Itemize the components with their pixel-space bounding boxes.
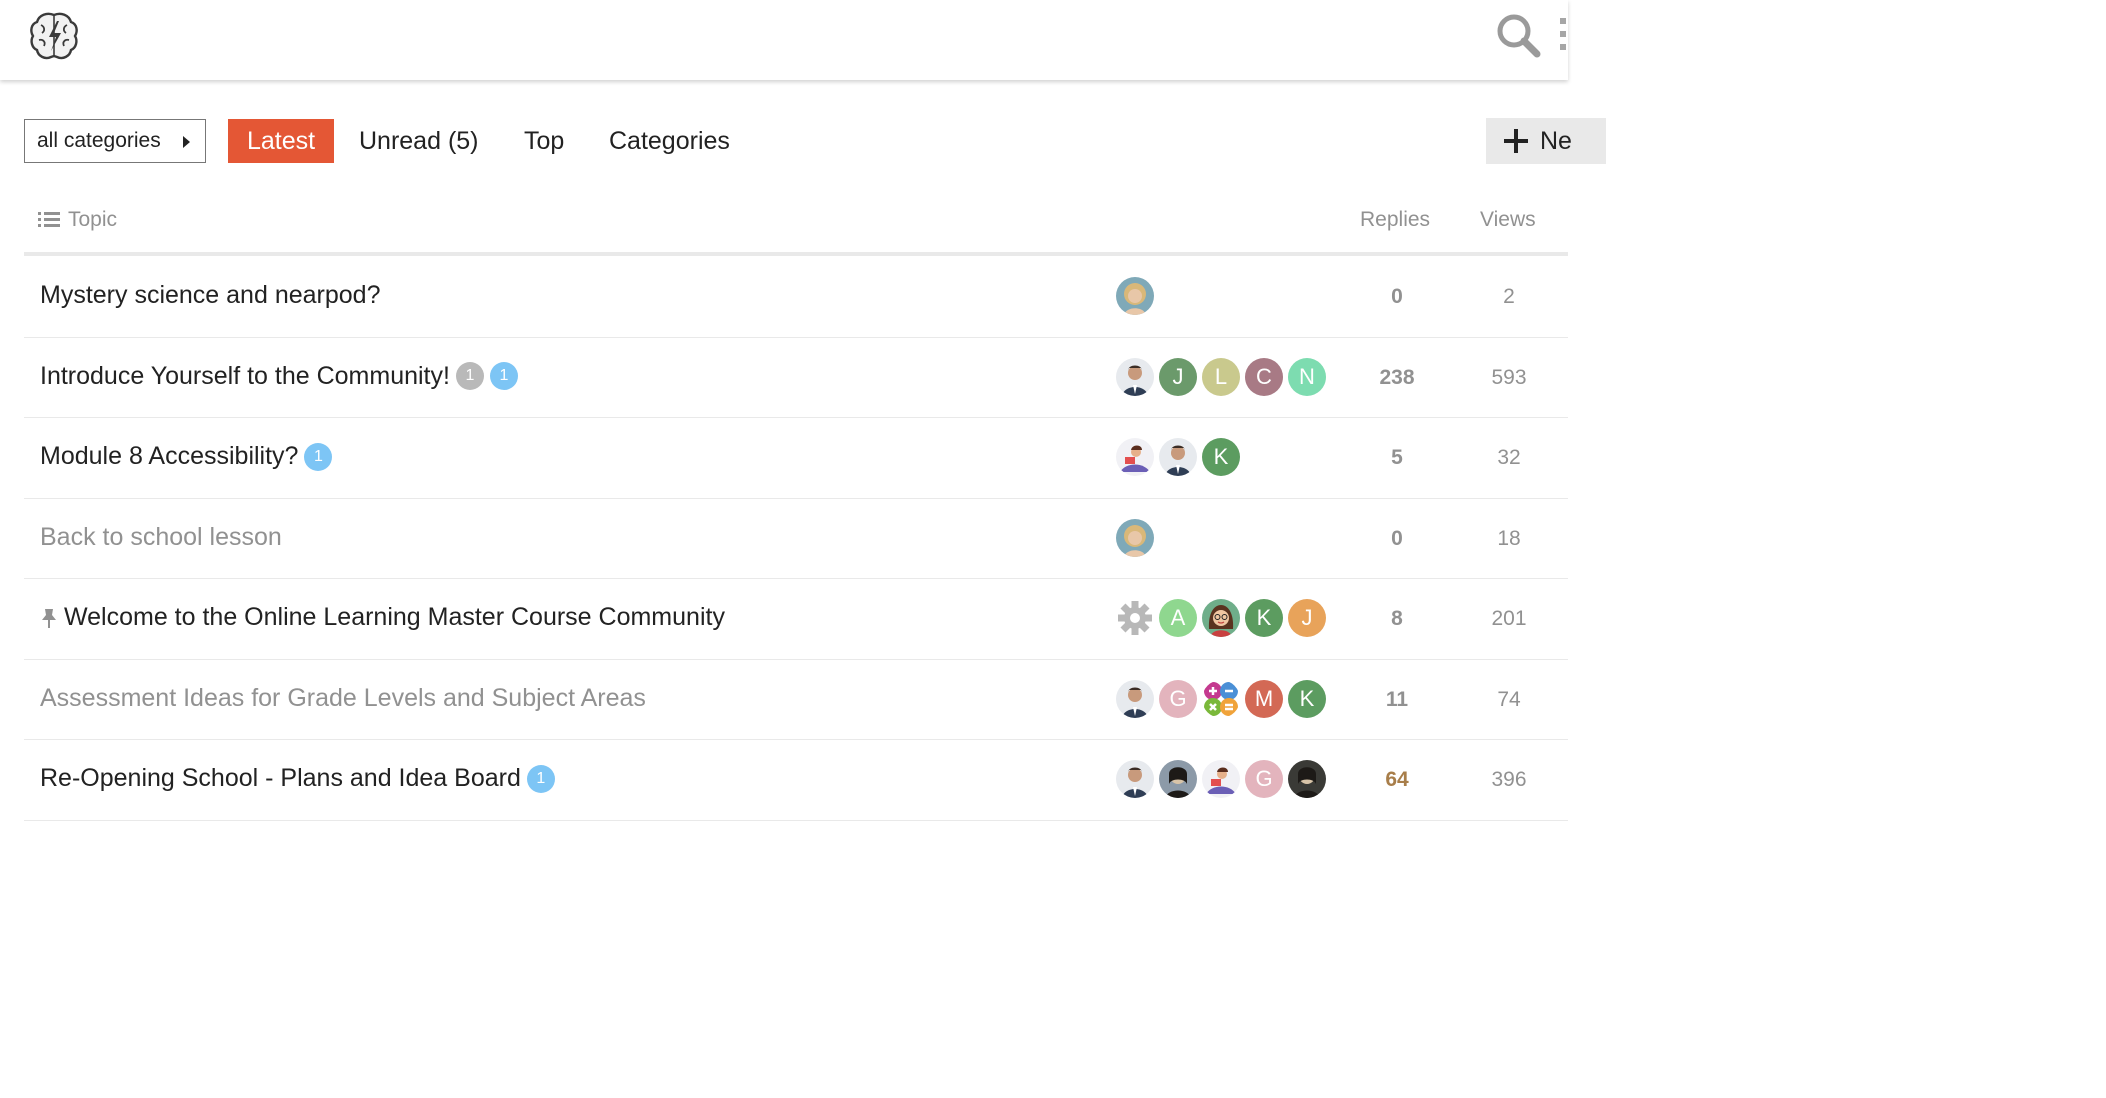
vertical-dots-menu-icon[interactable] bbox=[1560, 18, 1568, 54]
category-dropdown[interactable]: all categories bbox=[24, 119, 206, 163]
new-posts-badge[interactable]: 1 bbox=[489, 362, 518, 390]
topic-title-link[interactable]: Module 8 Accessibility? 1 bbox=[40, 442, 333, 471]
new-topic-button[interactable]: Ne bbox=[1486, 118, 1606, 164]
replies-count[interactable]: 5 bbox=[1367, 446, 1427, 470]
unread-posts-badge[interactable]: 1 bbox=[455, 362, 484, 390]
tab-categories[interactable]: Categories bbox=[609, 119, 730, 163]
topic-column-header[interactable]: Topic bbox=[38, 208, 117, 232]
views-count: 593 bbox=[1491, 365, 1527, 389]
search-icon[interactable] bbox=[1495, 12, 1541, 58]
topic-title-link[interactable]: Re-Opening School - Plans and Idea Board… bbox=[40, 764, 555, 793]
avatar[interactable] bbox=[1202, 599, 1240, 637]
topic-row[interactable]: Mystery science and nearpod? 0 2 bbox=[24, 257, 1568, 338]
views-column-header[interactable]: Views bbox=[1480, 208, 1536, 232]
topic-title-link[interactable]: Mystery science and nearpod? bbox=[40, 281, 380, 310]
list-icon bbox=[38, 211, 60, 229]
topic-title-text: Assessment Ideas for Grade Levels and Su… bbox=[40, 683, 646, 712]
posters-avatars: G bbox=[1116, 760, 1331, 800]
replies-column-header[interactable]: Replies bbox=[1360, 208, 1430, 232]
avatar[interactable] bbox=[1116, 760, 1154, 798]
avatar[interactable]: G bbox=[1245, 760, 1283, 798]
posters-avatars: JLCN bbox=[1116, 357, 1331, 398]
topic-row[interactable]: Welcome to the Online Learning Master Co… bbox=[24, 579, 1568, 660]
topic-title-text: Welcome to the Online Learning Master Co… bbox=[64, 603, 725, 631]
tab-unread[interactable]: Unread (5) bbox=[359, 119, 479, 163]
topic-title-link[interactable]: Introduce Yourself to the Community! 1 1 bbox=[40, 362, 518, 391]
replies-count[interactable]: 0 bbox=[1367, 285, 1427, 309]
replies-count[interactable]: 11 bbox=[1367, 688, 1427, 712]
brain-logo-icon[interactable] bbox=[27, 9, 81, 63]
topic-list-header: Topic Replies Views bbox=[24, 200, 1568, 256]
avatar[interactable]: A bbox=[1159, 599, 1197, 637]
posters-avatars bbox=[1116, 518, 1159, 559]
avatar[interactable] bbox=[1116, 357, 1154, 396]
avatar[interactable]: G bbox=[1159, 679, 1197, 718]
avatar[interactable] bbox=[1116, 438, 1154, 476]
system-gear-avatar-icon[interactable] bbox=[1116, 599, 1154, 637]
posters-avatars: G MK bbox=[1116, 679, 1331, 720]
avatar[interactable]: L bbox=[1202, 357, 1240, 396]
new-topic-label: Ne bbox=[1540, 126, 1572, 155]
topic-row[interactable]: Back to school lesson 0 18 bbox=[24, 499, 1568, 579]
views-count: 2 bbox=[1503, 285, 1515, 308]
replies-count[interactable]: 0 bbox=[1367, 527, 1427, 551]
posters-avatars: A KJ bbox=[1116, 599, 1331, 639]
avatar[interactable]: M bbox=[1245, 679, 1283, 718]
avatar[interactable] bbox=[1116, 277, 1154, 315]
navigation-bar: all categories Latest Unread (5) Top Cat… bbox=[0, 118, 1606, 164]
avatar[interactable]: K bbox=[1288, 679, 1326, 718]
avatar[interactable] bbox=[1159, 760, 1197, 798]
views-count: 396 bbox=[1491, 768, 1527, 791]
topic-title-text: Introduce Yourself to the Community! bbox=[40, 361, 450, 390]
views-count: 18 bbox=[1497, 526, 1521, 550]
avatar[interactable]: J bbox=[1288, 599, 1326, 637]
avatar[interactable]: K bbox=[1202, 438, 1240, 476]
topic-list: Mystery science and nearpod? 0 2 Introduce … bbox=[24, 257, 1568, 821]
posters-avatars bbox=[1116, 277, 1159, 317]
new-posts-badge[interactable]: 1 bbox=[526, 764, 555, 793]
tab-latest[interactable]: Latest bbox=[228, 119, 334, 163]
views-count: 32 bbox=[1497, 446, 1521, 469]
avatar[interactable] bbox=[1202, 680, 1240, 718]
avatar[interactable] bbox=[1116, 518, 1154, 557]
topic-title-link[interactable]: Welcome to the Online Learning Master Co… bbox=[40, 603, 725, 632]
topic-row[interactable]: Assessment Ideas for Grade Levels and Su… bbox=[24, 660, 1568, 740]
topic-row[interactable]: Introduce Yourself to the Community! 1 1 J L… bbox=[24, 338, 1568, 418]
category-dropdown-label: all categories bbox=[37, 129, 161, 152]
views-count: 74 bbox=[1497, 687, 1521, 711]
topic-title-text: Module 8 Accessibility? bbox=[40, 442, 299, 470]
replies-count[interactable]: 238 bbox=[1367, 366, 1427, 390]
avatar[interactable] bbox=[1288, 760, 1326, 798]
new-posts-badge[interactable]: 1 bbox=[304, 442, 333, 471]
avatar[interactable] bbox=[1116, 679, 1154, 718]
topic-title-link[interactable]: Back to school lesson bbox=[40, 523, 282, 552]
posters-avatars: K bbox=[1116, 438, 1245, 478]
topic-row[interactable]: Re-Opening School - Plans and Idea Board… bbox=[24, 740, 1568, 821]
plus-icon bbox=[1504, 129, 1528, 153]
avatar[interactable] bbox=[1159, 438, 1197, 476]
topic-title-text: Back to school lesson bbox=[40, 522, 282, 551]
replies-count[interactable]: 8 bbox=[1367, 607, 1427, 631]
site-header bbox=[0, 0, 1568, 80]
avatar[interactable]: N bbox=[1288, 357, 1326, 396]
topic-column-label: Topic bbox=[68, 208, 118, 231]
avatar[interactable]: J bbox=[1159, 357, 1197, 396]
topic-row[interactable]: Module 8 Accessibility? 1 K 5 32 bbox=[24, 418, 1568, 499]
tab-top[interactable]: Top bbox=[524, 119, 564, 163]
pin-icon bbox=[40, 607, 58, 629]
avatar[interactable]: K bbox=[1245, 599, 1283, 637]
caret-right-icon bbox=[183, 136, 190, 148]
avatar[interactable] bbox=[1202, 760, 1240, 798]
views-count: 201 bbox=[1491, 607, 1527, 630]
avatar[interactable]: C bbox=[1245, 357, 1283, 396]
topic-title-link[interactable]: Assessment Ideas for Grade Levels and Su… bbox=[40, 684, 646, 713]
topic-title-text: Mystery science and nearpod? bbox=[40, 281, 381, 309]
topic-title-text: Re-Opening School - Plans and Idea Board bbox=[40, 764, 521, 792]
replies-count[interactable]: 64 bbox=[1367, 768, 1427, 792]
